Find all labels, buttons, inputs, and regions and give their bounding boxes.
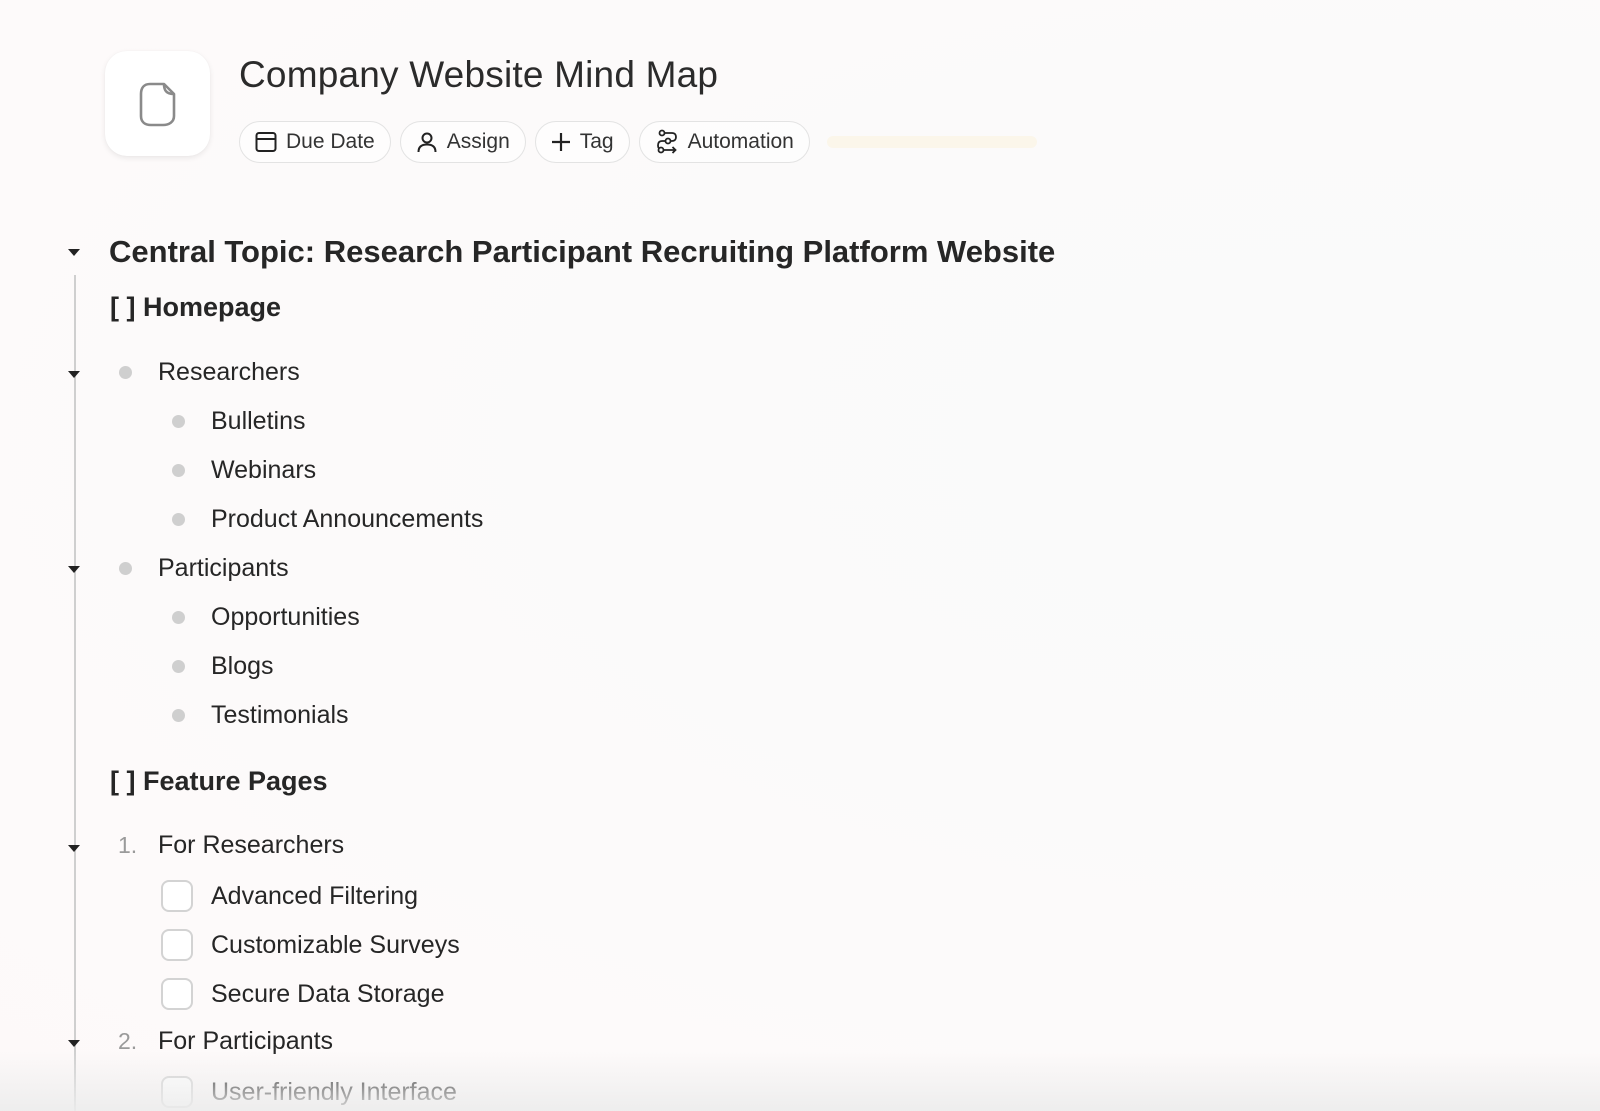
bullet-icon <box>172 611 185 624</box>
list-number: 2. <box>118 1028 138 1054</box>
list-item-label: Researchers <box>158 358 300 386</box>
list-item-participants: Participants <box>119 554 289 583</box>
automation-icon <box>656 129 677 154</box>
loading-placeholder <box>826 136 1037 148</box>
bullet-icon <box>172 660 185 673</box>
task-item: Customizable Surveys <box>161 929 460 961</box>
assign-label: Assign <box>446 130 510 153</box>
page-icon-tile[interactable] <box>105 51 210 156</box>
list-item-label: Testimonials <box>211 701 349 729</box>
collapse-toggle-for-researchers[interactable] <box>68 845 80 852</box>
list-item-label: Participants <box>158 554 289 582</box>
task-item: Advanced Filtering <box>161 880 418 912</box>
central-topic-heading: Central Topic: Research Participant Recr… <box>109 234 1056 269</box>
list-item: Opportunities <box>172 603 360 632</box>
list-item: Blogs <box>172 652 274 681</box>
list-item: Bulletins <box>172 407 306 436</box>
list-item-label: Product Announcements <box>211 505 484 533</box>
automation-label: Automation <box>687 130 794 153</box>
bullet-icon <box>172 415 185 428</box>
homepage-heading: [ ] Homepage <box>110 292 282 322</box>
due-date-label: Due Date <box>286 130 375 153</box>
collapse-toggle-central-topic[interactable] <box>68 249 80 256</box>
task-label: User-friendly Interface <box>211 1077 457 1106</box>
document-icon <box>139 82 175 126</box>
task-label: Customizable Surveys <box>211 930 460 959</box>
task-checkbox[interactable] <box>161 880 193 912</box>
bullet-icon <box>172 513 185 526</box>
bullet-icon <box>119 562 132 575</box>
outline-guide-line <box>74 275 76 1111</box>
bullet-icon <box>172 709 185 722</box>
collapse-toggle-researchers[interactable] <box>68 371 80 378</box>
list-item-label: For Researchers <box>158 831 345 859</box>
bullet-icon <box>119 366 132 379</box>
feature-pages-heading: [ ] Feature Pages <box>110 766 328 796</box>
bullet-icon <box>172 464 185 477</box>
due-date-button[interactable]: Due Date <box>239 121 391 163</box>
list-number: 1. <box>118 832 138 858</box>
task-label: Advanced Filtering <box>211 881 419 910</box>
list-item-researchers: Researchers <box>119 358 300 387</box>
numbered-item-for-participants: 2. For Participants <box>118 1027 333 1056</box>
list-item-label: For Participants <box>158 1027 334 1055</box>
task-checkbox[interactable] <box>161 929 193 961</box>
list-item-label: Opportunities <box>211 603 360 631</box>
collapse-toggle-participants[interactable] <box>68 566 80 573</box>
list-item-label: Blogs <box>211 652 274 680</box>
user-icon <box>417 132 437 153</box>
task-label: Secure Data Storage <box>211 979 445 1008</box>
collapse-toggle-for-participants[interactable] <box>68 1040 80 1047</box>
page-title[interactable]: Company Website Mind Map <box>239 54 718 96</box>
list-item-label: Bulletins <box>211 407 306 435</box>
task-checkbox[interactable] <box>161 1076 193 1108</box>
numbered-item-for-researchers: 1. For Researchers <box>118 831 344 860</box>
plus-icon <box>551 133 570 151</box>
tag-label: Tag <box>579 130 614 153</box>
list-item: Product Announcements <box>172 505 483 534</box>
list-item: Webinars <box>172 456 316 485</box>
task-item: Secure Data Storage <box>161 978 444 1010</box>
add-tag-button[interactable]: Tag <box>534 121 630 163</box>
calendar-icon <box>255 132 277 152</box>
property-toolbar: Due Date Assign Tag Automation <box>239 121 1037 163</box>
task-item: User-friendly Interface <box>161 1076 457 1108</box>
task-checkbox[interactable] <box>161 978 193 1010</box>
list-item: Testimonials <box>172 701 349 730</box>
list-item-label: Webinars <box>211 456 317 484</box>
automation-button[interactable]: Automation <box>638 121 810 163</box>
assign-button[interactable]: Assign <box>399 121 526 163</box>
